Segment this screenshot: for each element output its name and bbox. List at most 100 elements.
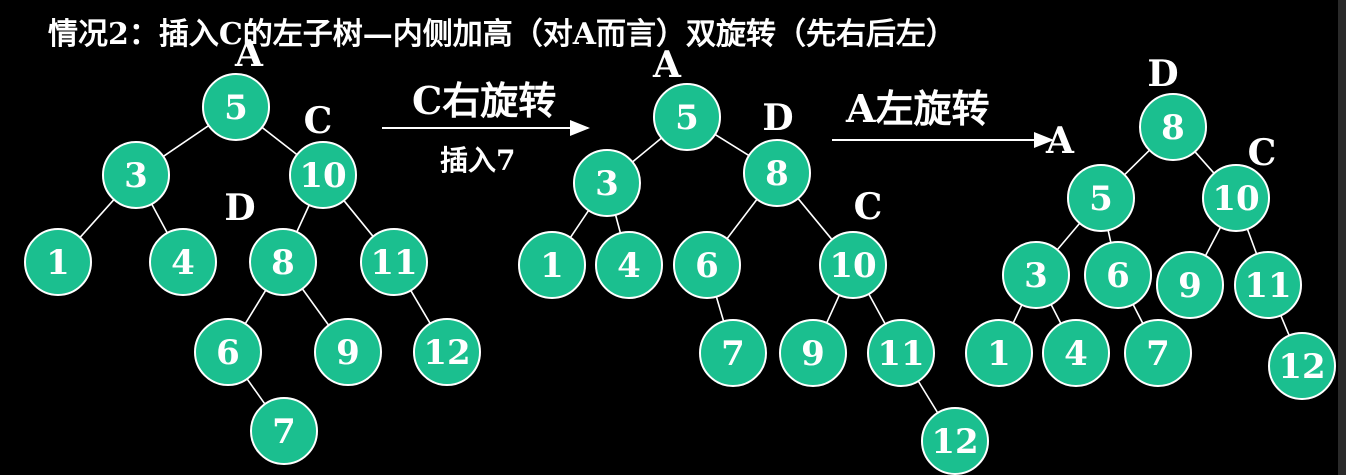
node-value: 11 — [370, 243, 417, 283]
tree-edge — [1050, 303, 1062, 325]
tree-node: 8 — [743, 139, 811, 207]
node-tag-label: C — [304, 100, 333, 142]
node-value: 3 — [595, 164, 619, 204]
node-value: 3 — [124, 156, 148, 196]
tree-edge — [296, 204, 310, 233]
node-value: 10 — [829, 246, 876, 286]
tree-edge — [868, 293, 886, 325]
tree-node: 10 — [289, 141, 357, 209]
node-value: 8 — [271, 243, 295, 283]
nodes-layer: 53 101 4 8 116 9 12753 81 4 6 107 9 111285 103 6 9 111 4 7… — [24, 73, 1336, 475]
node-tag-label: D — [224, 187, 255, 229]
node-value: 10 — [299, 156, 346, 196]
tree-node: 5 — [1067, 164, 1135, 232]
tree-node: 3 — [1002, 241, 1070, 309]
node-value: 12 — [423, 333, 470, 373]
operation-label: C右旋转 — [412, 78, 556, 123]
tree-edge — [569, 209, 590, 239]
tree-edge — [825, 294, 841, 324]
node-value: 3 — [1024, 256, 1048, 296]
tree-node: 8 — [249, 228, 317, 296]
tree-node: 4 — [149, 228, 217, 296]
node-tag-label: A — [652, 44, 682, 86]
tree-node: 3 — [102, 141, 170, 209]
tree-node: 6 — [194, 318, 262, 386]
node-value: 6 — [695, 246, 719, 286]
tree-node: 11 — [1234, 251, 1302, 319]
node-tag-label: C — [1248, 132, 1277, 174]
tree-edge — [246, 378, 266, 405]
operation-a-left-rotate: A左旋转 — [832, 86, 1054, 148]
node-value: 5 — [1089, 179, 1113, 219]
tree-node: 5 — [202, 73, 270, 141]
tree-node: 6 — [673, 231, 741, 299]
node-value: 4 — [171, 243, 195, 283]
node-value: 4 — [617, 246, 641, 286]
tree-node: 7 — [699, 319, 767, 387]
tree-edge — [714, 133, 750, 157]
operation-label: A左旋转 — [845, 86, 989, 131]
tree-edge — [1012, 304, 1023, 324]
tree-node: 9 — [314, 318, 382, 386]
tree-node: 4 — [595, 231, 663, 299]
node-value: 12 — [931, 422, 978, 462]
tree-edge — [1107, 230, 1112, 243]
tree-edge — [1123, 149, 1151, 176]
node-value: 11 — [877, 334, 924, 374]
operation-sublabel: 插入7 — [440, 144, 515, 177]
node-tag-label: C — [854, 186, 883, 228]
node-value: 7 — [272, 412, 296, 452]
tree-node: 11 — [867, 319, 935, 387]
tree-edge — [150, 203, 169, 234]
node-value: 8 — [765, 154, 789, 194]
node-value: 1 — [540, 246, 564, 286]
tree-edge — [162, 124, 210, 158]
slide-title: 情况2：插入C的左子树—内侧加高（对A而言）双旋转（先右后左） — [48, 17, 956, 52]
node-value: 12 — [1278, 347, 1325, 387]
node-value: 4 — [1064, 334, 1088, 374]
node-value: 10 — [1212, 179, 1259, 219]
vertical-scrollbar[interactable] — [1338, 0, 1346, 475]
node-value: 1 — [46, 243, 70, 283]
tree-edge — [410, 290, 431, 324]
tree-edge — [715, 296, 725, 322]
node-value: 5 — [224, 88, 248, 128]
node-value: 9 — [801, 334, 825, 374]
tree-node: 3 — [573, 149, 641, 217]
tree-edge — [1204, 226, 1222, 257]
tree-node: 1 — [518, 231, 586, 299]
tree-node: 1 — [965, 319, 1033, 387]
node-value: 9 — [1178, 266, 1202, 306]
tree-edge — [79, 199, 115, 238]
tree-edge — [631, 137, 663, 163]
node-value: 8 — [1161, 108, 1185, 148]
tree-edge — [797, 197, 833, 241]
tree-node: 7 — [250, 397, 318, 465]
tree-node: 10 — [819, 231, 887, 299]
node-value: 1 — [987, 334, 1011, 374]
tree-node: 11 — [360, 228, 428, 296]
node-value: 11 — [1244, 266, 1291, 306]
tree-node: 9 — [779, 319, 847, 387]
node-value: 7 — [1146, 334, 1170, 374]
node-tag-label: A — [234, 33, 264, 75]
tree-edge — [301, 288, 330, 326]
node-value: 7 — [721, 334, 745, 374]
slide: 情况2：插入C的左子树—内侧加高（对A而言）双旋转（先右后左） 5 3 10 1 4 8 1… — [0, 0, 1346, 475]
tree-node: 6 — [1084, 241, 1152, 309]
tree-edge — [1280, 315, 1290, 336]
avl-double-rotation-diagram: 情况2：插入C的左子树—内侧加高（对A而言）双旋转（先右后左） 53 101 4 8 1… — [24, 17, 1336, 475]
tree-edge — [917, 380, 939, 414]
tree-edge — [614, 214, 622, 234]
node-value: 6 — [1106, 256, 1130, 296]
tree-edge — [343, 200, 374, 237]
tree-node: 4 — [1042, 319, 1110, 387]
tree-node: 12 — [1268, 332, 1336, 400]
tree-edge — [1194, 151, 1215, 174]
tree-edge — [1246, 228, 1258, 255]
node-value: 5 — [675, 98, 699, 138]
node-value: 6 — [216, 333, 240, 373]
tree-edge — [244, 289, 267, 325]
tree-node: 10 — [1202, 164, 1270, 232]
tree-node: 9 — [1156, 251, 1224, 319]
